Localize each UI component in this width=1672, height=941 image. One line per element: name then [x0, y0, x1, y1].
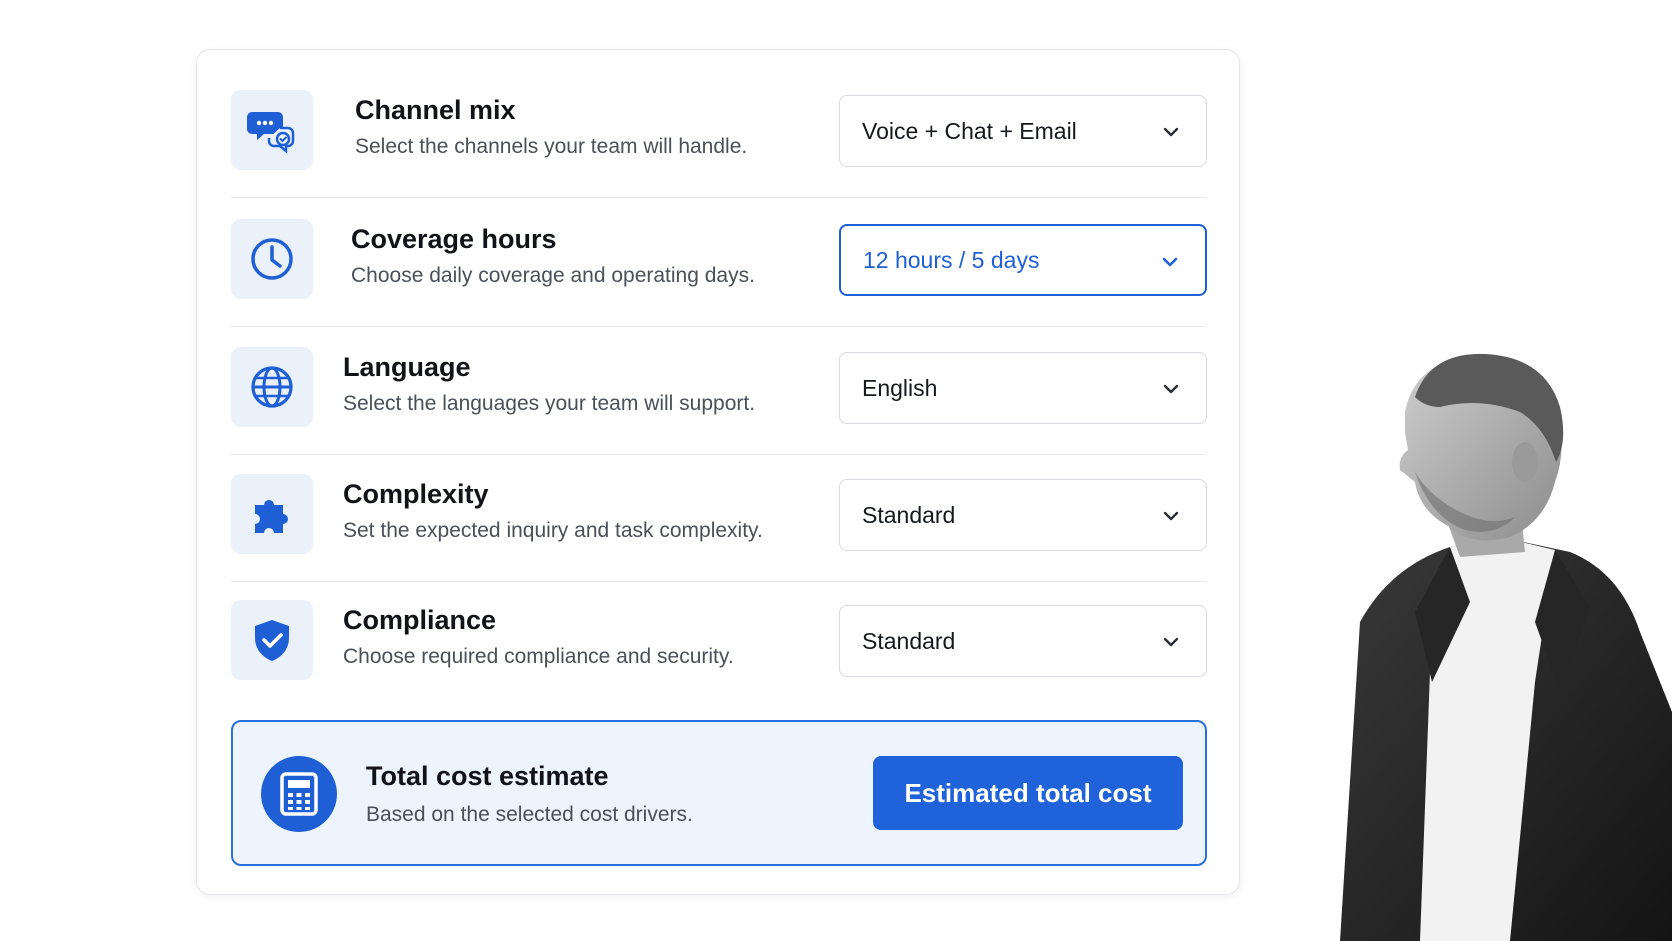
- row-channel-mix: Channel mix Select the channels your tea…: [231, 74, 1207, 186]
- row-title: Compliance: [343, 605, 497, 635]
- row-description: Select the channels your team will handl…: [355, 135, 748, 158]
- chevron-down-icon: [1163, 637, 1179, 647]
- divider: [231, 326, 1207, 327]
- row-language: Language Select the languages your team …: [231, 331, 1207, 443]
- summary-title: Total cost estimate: [366, 761, 609, 791]
- row-compliance: Compliance Choose required compliance an…: [231, 584, 1207, 696]
- row-complexity: Complexity Set the expected inquiry and …: [231, 458, 1207, 570]
- select-value: Standard: [862, 501, 956, 528]
- select-value: Voice + Chat + Email: [862, 117, 1077, 144]
- clock-icon: [231, 219, 313, 299]
- row-text: Complexity Set the expected inquiry and …: [343, 476, 813, 546]
- puzzle-icon: [231, 474, 313, 554]
- row-text: Coverage hours Choose daily coverage and…: [351, 221, 821, 291]
- divider: [231, 197, 1207, 198]
- row-title: Channel mix: [355, 95, 516, 125]
- select-value: 12 hours / 5 days: [863, 246, 1040, 273]
- row-description: Set the expected inquiry and task comple…: [343, 519, 763, 542]
- chevron-down-icon: [1163, 384, 1179, 394]
- row-description: Select the languages your team will supp…: [343, 392, 756, 415]
- chevron-down-icon: [1163, 511, 1179, 521]
- divider: [231, 454, 1207, 455]
- summary-description: Based on the selected cost drivers.: [366, 803, 693, 826]
- cost-driver-card: Channel mix Select the channels your tea…: [196, 49, 1240, 895]
- row-text: Compliance Choose required compliance an…: [343, 602, 813, 672]
- row-description: Choose required compliance and security.: [343, 645, 734, 668]
- shield-check-icon: [231, 600, 313, 680]
- person-photo: [1340, 353, 1672, 941]
- row-description: Choose daily coverage and operating days…: [351, 264, 755, 287]
- select-value: English: [862, 374, 938, 401]
- compliance-select[interactable]: Standard: [839, 605, 1207, 677]
- complexity-select[interactable]: Standard: [839, 479, 1207, 551]
- calculator-icon: [261, 756, 337, 832]
- summary-text: Total cost estimate Based on the selecte…: [366, 758, 846, 830]
- row-coverage-hours: Coverage hours Choose daily coverage and…: [231, 203, 1207, 315]
- row-text: Channel mix Select the channels your tea…: [355, 92, 825, 162]
- select-value: Standard: [862, 627, 956, 654]
- row-title: Complexity: [343, 479, 489, 509]
- row-title: Language: [343, 352, 471, 382]
- globe-icon: [231, 347, 313, 427]
- chat-bubbles-icon: [231, 90, 313, 170]
- row-text: Language Select the languages your team …: [343, 349, 813, 419]
- total-cost-summary: Total cost estimate Based on the selecte…: [231, 720, 1207, 866]
- channel-mix-select[interactable]: Voice + Chat + Email: [839, 95, 1207, 167]
- language-select[interactable]: English: [839, 352, 1207, 424]
- divider: [231, 581, 1207, 582]
- row-title: Coverage hours: [351, 224, 557, 254]
- estimated-total-cost-button[interactable]: Estimated total cost: [873, 756, 1183, 830]
- chevron-down-icon: [1162, 257, 1178, 267]
- chevron-down-icon: [1163, 127, 1179, 137]
- coverage-hours-select[interactable]: 12 hours / 5 days: [839, 224, 1207, 296]
